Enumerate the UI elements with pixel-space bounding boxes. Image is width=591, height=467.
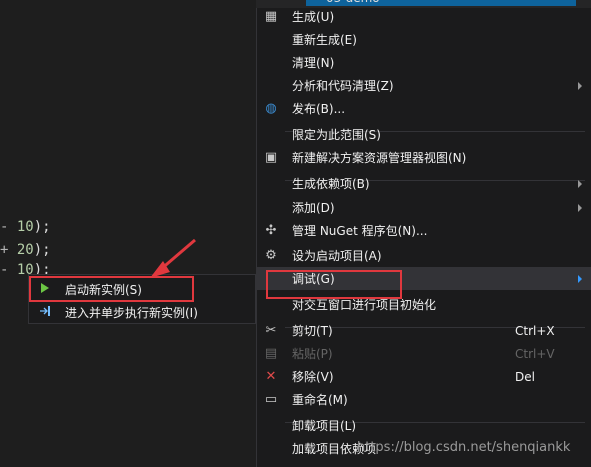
code-tail: ); — [33, 242, 51, 258]
menu-item-label: 限定为此范围(S) — [292, 128, 381, 142]
menu-item-label: 卸载项目(L) — [292, 419, 357, 433]
rename-icon: ▭ — [264, 392, 278, 407]
code-number: 20 — [16, 242, 34, 258]
menu-item-0[interactable]: ▦ 生成(U) — [257, 5, 591, 28]
globe-publish-icon: ◍ — [265, 101, 277, 116]
menu-item-label: 重新生成(E) — [292, 33, 357, 47]
menu-item-15[interactable]: ✕ 移除(V) Del — [257, 365, 591, 388]
menu-item-label: 生成(U) — [292, 10, 335, 24]
step-into-icon — [38, 304, 52, 318]
code-op: - — [0, 262, 17, 278]
menu-item-2[interactable]: 清理(N) — [257, 51, 591, 74]
menu-item-label: 新建解决方案资源管理器视图(N) — [292, 151, 467, 165]
code-editor: - 10); + 20); - 10); — [0, 0, 256, 467]
code-line-2: + 20); — [0, 242, 51, 258]
menu-item-label: 移除(V) — [292, 370, 334, 384]
menu-item-8[interactable]: 添加(D) — [257, 196, 591, 219]
step-into-new-instance-label: 进入并单步执行新实例(I) — [65, 306, 198, 320]
menu-item-3[interactable]: 分析和代码清理(Z) — [257, 74, 591, 97]
step-into-new-instance-item[interactable]: 进入并单步执行新实例(I) — [29, 300, 255, 323]
code-tail: ); — [33, 219, 51, 235]
menu-item-label: 设为启动项目(A) — [292, 249, 382, 263]
menu-item-shortcut: Del — [515, 369, 535, 384]
menu-item-6[interactable]: ▣ 新建解决方案资源管理器视图(N) — [257, 146, 591, 169]
menu-item-13[interactable]: ✂ 剪切(T) Ctrl+X — [257, 319, 591, 342]
annotation-box-debug — [266, 270, 402, 299]
code-op: + — [0, 242, 17, 258]
submenu-arrow-icon — [578, 81, 582, 90]
code-op: - — [0, 219, 17, 235]
menu-item-17[interactable]: 卸载项目(L) — [257, 414, 591, 437]
remove-icon: ✕ — [265, 369, 277, 384]
nuget-icon: ✣ — [265, 223, 277, 238]
submenu-arrow-icon — [578, 203, 582, 212]
menu-item-label: 发布(B)... — [292, 102, 346, 116]
menu-item-9[interactable]: ✣ 管理 NuGet 程序包(N)... — [257, 219, 591, 242]
menu-item-label: 生成依赖项(B) — [292, 177, 370, 191]
paste-icon: ▤ — [264, 346, 278, 361]
gear-icon: ⚙ — [265, 248, 277, 263]
code-line-1: - 10); — [0, 219, 51, 235]
menu-item-shortcut: Ctrl+X — [515, 323, 555, 338]
watermark: https://blog.csdn.net/shenqiankk — [357, 440, 571, 455]
menu-item-label: 粘贴(P) — [292, 347, 333, 361]
menu-item-label: 重命名(M) — [292, 393, 348, 407]
menu-item-shortcut: Ctrl+V — [515, 346, 555, 361]
menu-item-14[interactable]: ▤ 粘贴(P) Ctrl+V — [257, 342, 591, 365]
menu-item-5[interactable]: 限定为此范围(S) — [257, 123, 591, 146]
project-context-menu: ▦ 生成(U) 重新生成(E) 清理(N) 分析和代码清理(Z) ◍ 发布(B)... 限定为… — [256, 8, 591, 467]
menu-item-label: 剪切(T) — [292, 324, 333, 338]
menu-item-10[interactable]: ⚙ 设为启动项目(A) — [257, 244, 591, 267]
menu-item-label: 分析和代码清理(Z) — [292, 79, 394, 93]
submenu-arrow-icon — [578, 179, 582, 188]
cut-icon: ✂ — [265, 323, 277, 338]
submenu-arrow-icon — [578, 274, 582, 283]
new-explorer-view-icon: ▣ — [264, 150, 278, 165]
code-number: 10 — [16, 219, 34, 235]
menu-item-1[interactable]: 重新生成(E) — [257, 28, 591, 51]
menu-item-4[interactable]: ◍ 发布(B)... — [257, 97, 591, 120]
menu-item-label: 清理(N) — [292, 56, 335, 70]
annotation-box-start-instance — [29, 276, 194, 302]
menu-item-label: 添加(D) — [292, 201, 335, 215]
menu-item-16[interactable]: ▭ 重命名(M) — [257, 388, 591, 411]
build-icon: ▦ — [264, 9, 278, 24]
menu-item-label: 管理 NuGet 程序包(N)... — [292, 224, 428, 238]
menu-item-7[interactable]: 生成依赖项(B) — [257, 172, 591, 195]
